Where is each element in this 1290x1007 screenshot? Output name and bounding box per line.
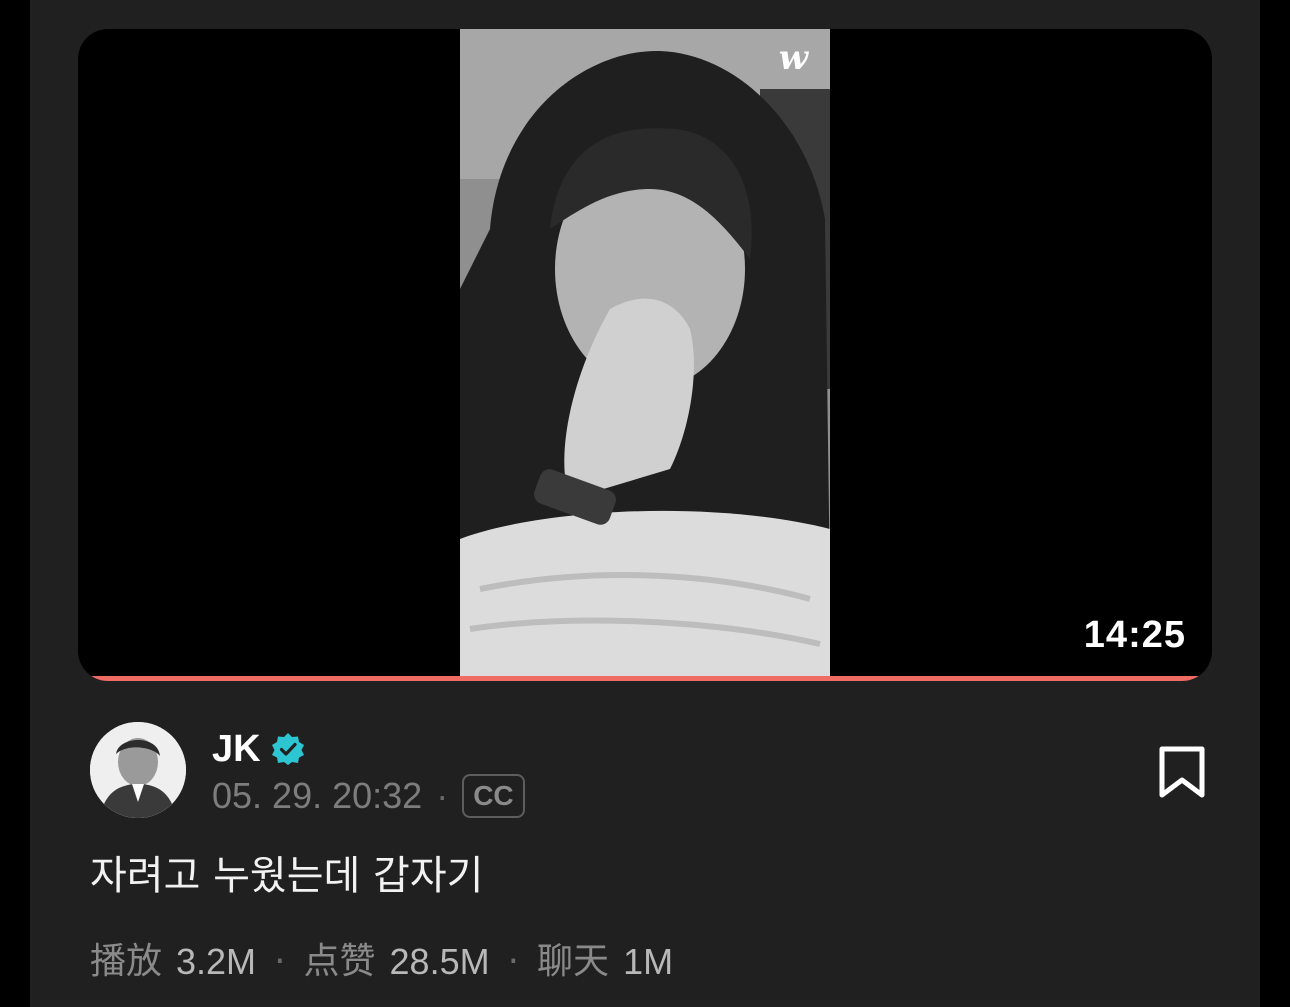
video-progress-fill [78, 676, 1212, 681]
bookmark-button[interactable] [1156, 744, 1208, 800]
stat-chats-label: 聊天 [537, 941, 610, 982]
stat-likes-label: 点赞 [303, 941, 376, 982]
verified-badge-icon [271, 732, 305, 766]
post-stats: 播放 3.2M · 点赞 28.5M · 聊天 1M [90, 938, 673, 986]
video-thumbnail: w [460, 29, 830, 677]
video-duration: 14:25 [1083, 614, 1186, 656]
bookmark-icon [1159, 746, 1205, 798]
stat-separator: · [507, 941, 520, 982]
author-row: JK [212, 727, 305, 771]
weverse-watermark-logo: w [778, 38, 808, 78]
post-date: 05. 29. 20:32 [212, 775, 423, 816]
video-player[interactable]: w 14:25 [78, 29, 1212, 681]
post-caption: 자려고 누웠는데 갑자기 [90, 853, 484, 899]
post-meta: 05. 29. 20:32 · CC [212, 774, 525, 818]
post-card: w 14:25 JK 05. 29. 20:32 · CC 자려고 누웠는데 갑… [30, 0, 1260, 1007]
stat-chats-value: 1M [623, 941, 674, 982]
video-progress-bar[interactable] [78, 676, 1212, 681]
meta-separator: · [436, 775, 449, 816]
stat-separator: · [274, 941, 286, 982]
stat-likes-value: 28.5M [389, 941, 490, 982]
author-name[interactable]: JK [212, 727, 261, 771]
stat-plays-value: 3.2M [176, 941, 257, 982]
stat-plays-label: 播放 [90, 941, 163, 982]
thumbnail-image [460, 29, 830, 677]
author-avatar[interactable] [90, 722, 186, 818]
cc-badge: CC [462, 774, 525, 818]
